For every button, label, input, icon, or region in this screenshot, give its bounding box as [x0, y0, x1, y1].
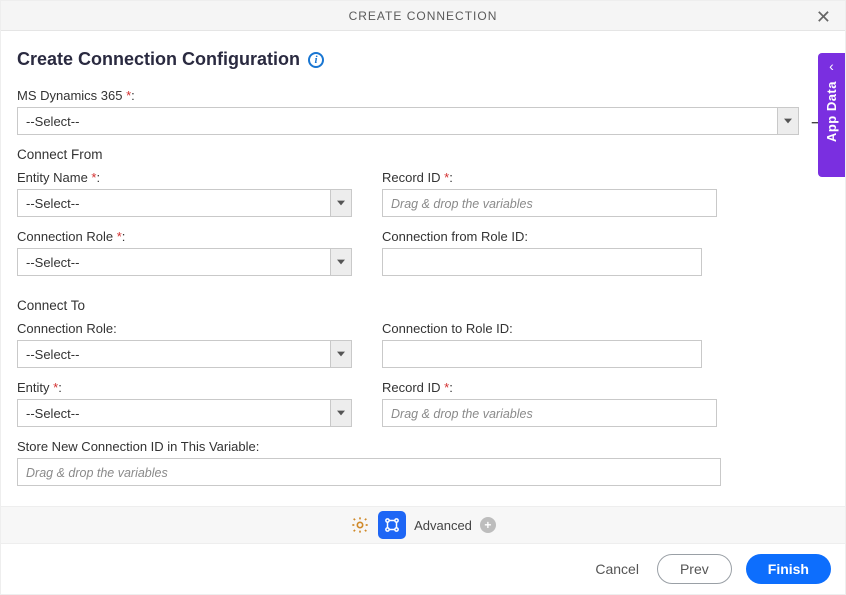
label-record-id-to: Record ID *:: [382, 380, 717, 395]
side-tab-label: App Data: [824, 81, 839, 142]
select-connection-role-to[interactable]: --Select--: [17, 340, 352, 368]
select-connection-role-to-value: --Select--: [17, 340, 330, 368]
label-record-id-from: Record ID *:: [382, 170, 717, 185]
chevron-left-icon: ‹: [829, 59, 834, 73]
dialog-title: CREATE CONNECTION: [349, 9, 498, 23]
label-connection-role-to: Connection Role:: [17, 321, 352, 336]
select-ms-dynamics[interactable]: --Select--: [17, 107, 799, 135]
close-icon[interactable]: ✕: [810, 5, 837, 30]
advanced-label: Advanced: [414, 518, 472, 533]
label-connection-role-from: Connection Role *:: [17, 229, 352, 244]
finish-button[interactable]: Finish: [746, 554, 831, 584]
chevron-down-icon[interactable]: [777, 107, 799, 135]
input-store-variable[interactable]: [17, 458, 721, 486]
label-connection-to-role-id: Connection to Role ID:: [382, 321, 717, 336]
info-icon[interactable]: i: [308, 52, 324, 68]
dialog-content: Create Connection Configuration i MS Dyn…: [1, 31, 845, 486]
chevron-down-icon[interactable]: [330, 399, 352, 427]
select-connection-role-from-value: --Select--: [17, 248, 330, 276]
select-ms-dynamics-value: --Select--: [17, 107, 777, 135]
section-connect-from: Connect From: [17, 147, 829, 162]
input-connection-to-role-id[interactable]: [382, 340, 702, 368]
label-connection-from-role-id: Connection from Role ID:: [382, 229, 717, 244]
side-tab-app-data[interactable]: ‹ App Data: [818, 53, 845, 177]
chevron-down-icon[interactable]: [330, 340, 352, 368]
gear-icon[interactable]: [350, 515, 370, 535]
input-record-id-to[interactable]: [382, 399, 717, 427]
select-entity-to-value: --Select--: [17, 399, 330, 427]
prev-button[interactable]: Prev: [657, 554, 732, 584]
chevron-down-icon[interactable]: [330, 189, 352, 217]
input-record-id-from[interactable]: [382, 189, 717, 217]
label-store-variable: Store New Connection ID in This Variable…: [17, 439, 829, 454]
flow-icon[interactable]: [378, 511, 406, 539]
label-ms-dynamics: MS Dynamics 365 *:: [17, 88, 829, 103]
chevron-down-icon[interactable]: [330, 248, 352, 276]
label-entity-name: Entity Name *:: [17, 170, 352, 185]
plus-circle-icon[interactable]: +: [480, 517, 496, 533]
dialog-titlebar: CREATE CONNECTION ✕: [1, 1, 845, 31]
select-entity-to[interactable]: --Select--: [17, 399, 352, 427]
footer-buttons: Cancel Prev Finish: [591, 554, 831, 584]
input-connection-from-role-id[interactable]: [382, 248, 702, 276]
select-connection-role-from[interactable]: --Select--: [17, 248, 352, 276]
advanced-bar: Advanced +: [1, 506, 845, 544]
dialog-create-connection: CREATE CONNECTION ✕ ‹ App Data Create Co…: [0, 0, 846, 595]
label-entity-to: Entity *:: [17, 380, 352, 395]
select-entity-name[interactable]: --Select--: [17, 189, 352, 217]
page-title: Create Connection Configuration: [17, 49, 300, 70]
section-connect-to: Connect To: [17, 298, 829, 313]
select-entity-name-value: --Select--: [17, 189, 330, 217]
cancel-button[interactable]: Cancel: [591, 555, 643, 583]
